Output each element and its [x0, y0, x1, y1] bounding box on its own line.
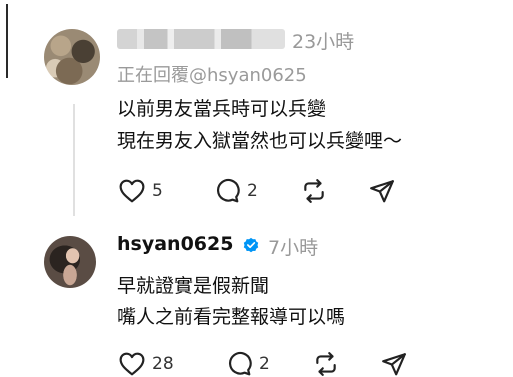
comment-bubble-icon	[228, 351, 252, 376]
reply-text-line-1: 早就證實是假新聞	[117, 275, 270, 297]
replying-to-label[interactable]: 正在回覆@hsyan0625	[117, 61, 307, 87]
comment-share-button[interactable]	[369, 178, 395, 204]
send-icon	[370, 180, 394, 203]
commenter-avatar[interactable]	[44, 29, 100, 85]
thread-connector-line	[73, 104, 75, 216]
comment-text-line-1: 以前男友當兵時可以兵變	[117, 98, 327, 120]
commenter-username-blurred[interactable]	[117, 29, 285, 49]
comment-timestamp[interactable]: 23小時	[292, 27, 354, 54]
reply-share-button[interactable]	[381, 351, 407, 377]
reply-repost-button[interactable]	[313, 351, 339, 377]
heart-icon	[119, 179, 145, 203]
comment-text-line-2: 現在男友入獄當然也可以兵變哩～	[117, 130, 403, 152]
hsyan0625-avatar[interactable]	[44, 236, 96, 288]
comment-reply-button[interactable]: 2	[214, 178, 258, 204]
verified-badge-icon	[243, 237, 259, 253]
send-icon	[382, 353, 406, 376]
left-border-rule	[6, 4, 8, 78]
reply-reply-button[interactable]: 2	[226, 351, 270, 377]
reply-like-button[interactable]: 28	[119, 352, 174, 376]
comment-repost-button[interactable]	[301, 178, 327, 204]
reply-username[interactable]: hsyan0625	[117, 233, 233, 255]
comment-like-button[interactable]: 5	[119, 179, 163, 203]
reply-reply-count: 2	[259, 354, 270, 374]
heart-icon	[119, 352, 145, 376]
comment-bubble-icon	[216, 178, 240, 203]
comment-reply-count: 2	[247, 181, 258, 201]
reply-timestamp[interactable]: 7小時	[268, 233, 318, 260]
reply-text-line-2: 嘴人之前看完整報導可以嗎	[117, 306, 346, 328]
reply-like-count: 28	[152, 354, 174, 374]
repost-icon	[304, 179, 324, 203]
comment-like-count: 5	[152, 181, 163, 201]
repost-icon	[316, 352, 336, 376]
